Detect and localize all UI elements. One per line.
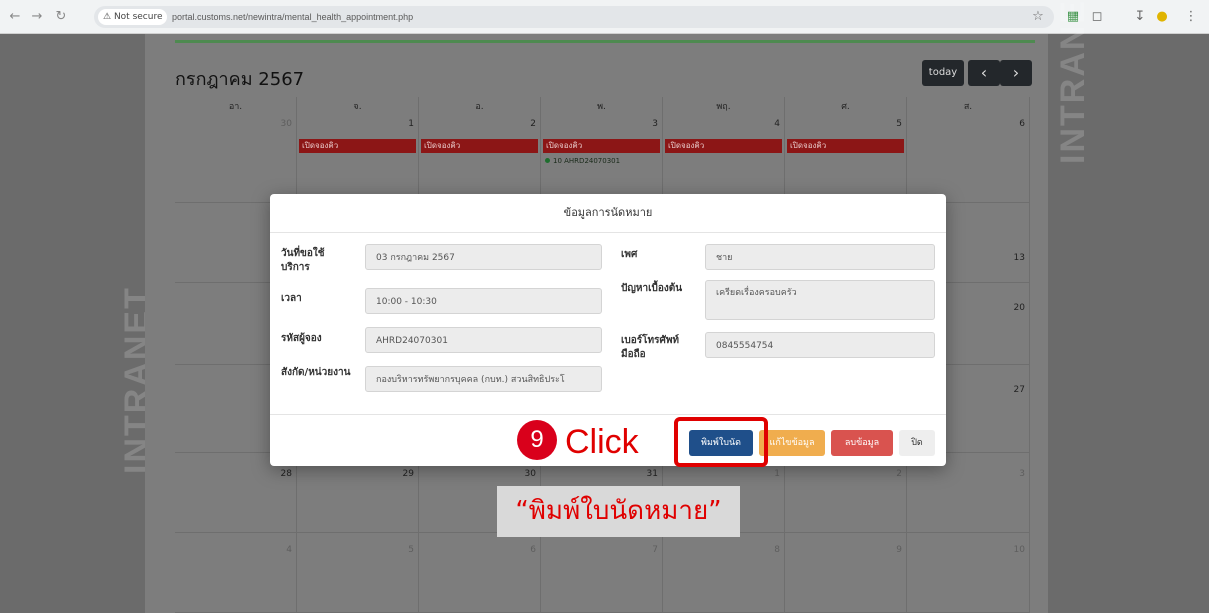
day-number: 20 [1013, 303, 1025, 313]
problem-textarea[interactable]: เครียดเรื่องครอบครัว [705, 280, 935, 320]
day-cell[interactable]: 8 [663, 533, 785, 613]
day-number: 2 [896, 469, 902, 479]
day-number: 9 [896, 545, 902, 555]
modal-footer-divider [270, 414, 946, 415]
weekday-header: ศ. [785, 97, 907, 117]
security-label: Not secure [113, 12, 163, 22]
click-instruction: Click [565, 423, 639, 461]
phone-field[interactable]: 0845554754 [705, 332, 935, 358]
day-cell[interactable]: 6 [907, 117, 1030, 203]
day-number: 1 [774, 469, 780, 479]
instruction-caption: “พิมพ์ใบนัดหมาย” [497, 486, 740, 537]
date-field[interactable]: 03 กรกฎาคม 2567 [365, 244, 602, 270]
forward-icon[interactable]: → [28, 8, 46, 26]
day-cell[interactable]: 5 [297, 533, 419, 613]
department-field[interactable]: กองบริหารทรัพยากรบุคคล (กบท.) สวนสิทธิปร… [365, 366, 602, 392]
day-number: 30 [280, 119, 292, 129]
url-text: portal.customs.net/newintra/mental_healt… [172, 12, 414, 22]
day-number: 30 [524, 469, 536, 479]
modal-title: ข้อมูลการนัดหมาย [270, 194, 946, 233]
left-side-panel: INTRANET [0, 34, 156, 613]
day-number: 5 [408, 545, 414, 555]
month-title: กรกฎาคม 2567 [175, 69, 305, 90]
bookmark-star-icon[interactable]: ☆ [1029, 8, 1047, 26]
day-cell[interactable]: 4 [175, 533, 297, 613]
weekday-header: พ. [541, 97, 663, 117]
close-button[interactable]: ปิด [899, 430, 935, 456]
department-label: สังกัด/หน่วยงาน [281, 367, 351, 378]
day-cell[interactable]: 5 เปิดจองคิว [785, 117, 907, 203]
day-number: 3 [1019, 469, 1025, 479]
date-label: วันที่ขอใช้บริการ [281, 248, 325, 273]
weekday-header: อ. [419, 97, 541, 117]
calendar-event[interactable]: เปิดจองคิว [421, 139, 538, 153]
highlight-box [674, 417, 768, 467]
next-month-button[interactable]: › [1000, 60, 1032, 86]
calendar-event[interactable]: เปิดจองคิว [787, 139, 904, 153]
weekday-header: ส. [907, 97, 1030, 117]
event-dot-icon [545, 158, 550, 163]
booked-appointment[interactable]: 10 AHRD24070301 [545, 157, 620, 165]
reload-icon[interactable]: ↻ [52, 8, 70, 26]
security-indicator[interactable]: ⚠ Not secure [98, 9, 168, 25]
menu-kebab-icon[interactable]: ⋮ [1182, 8, 1200, 26]
day-number: 13 [1013, 253, 1025, 263]
day-number: 2 [530, 119, 536, 129]
edit-button[interactable]: แก้ไขข้อมูล [759, 430, 825, 456]
day-number: 4 [774, 119, 780, 129]
day-number: 27 [1013, 385, 1025, 395]
booking-code-field[interactable]: AHRD24070301 [365, 327, 602, 353]
booked-appointment-label: 10 AHRD24070301 [553, 157, 621, 165]
profile-avatar-icon[interactable]: ● [1153, 8, 1171, 26]
day-number: 31 [646, 469, 658, 479]
step-number-badge: 9 [517, 420, 557, 460]
download-icon[interactable]: ↧ [1131, 8, 1149, 26]
day-number: 5 [896, 119, 902, 129]
day-cell[interactable]: 10 [907, 533, 1030, 613]
day-cell[interactable]: 30 [175, 117, 297, 203]
watermark-right: INTRANET [1054, 0, 1092, 164]
time-label: เวลา [281, 293, 302, 304]
day-number: 6 [1019, 119, 1025, 129]
calendar-event[interactable]: เปิดจองคิว [665, 139, 782, 153]
calendar-event[interactable]: เปิดจองคิว [543, 139, 660, 153]
day-cell[interactable]: 1 เปิดจองคิว [297, 117, 419, 203]
day-number: 29 [402, 469, 414, 479]
right-side-panel: INTRANET [1048, 0, 1209, 613]
phone-label: เบอร์โทรศัพท์มือถือ [621, 335, 680, 360]
booking-code-label: รหัสผู้จอง [281, 333, 322, 344]
weekday-header: พฤ. [663, 97, 785, 117]
day-number: 28 [280, 469, 292, 479]
header-accent-line [175, 40, 1035, 43]
weekday-header: อา. [175, 97, 297, 117]
time-field[interactable]: 10:00 - 10:30 [365, 288, 602, 314]
browser-toolbar: ← → ↻ ⚠ Not secure portal.customs.net/ne… [0, 0, 1209, 34]
gender-field[interactable]: ชาย [705, 244, 935, 270]
day-number: 6 [530, 545, 536, 555]
day-cell[interactable]: 6 [419, 533, 541, 613]
day-cell[interactable]: 9 [785, 533, 907, 613]
delete-button[interactable]: ลบข้อมูล [831, 430, 893, 456]
calendar-event[interactable]: เปิดจองคิว [299, 139, 416, 153]
address-bar[interactable]: ⚠ Not secure portal.customs.net/newintra… [94, 6, 1054, 28]
day-number: 3 [652, 119, 658, 129]
problem-label: ปัญหาเบื้องต้น [621, 283, 683, 294]
day-cell[interactable]: 2 เปิดจองคิว [419, 117, 541, 203]
day-number: 1 [408, 119, 414, 129]
day-number: 7 [652, 545, 658, 555]
day-cell[interactable]: 7 [541, 533, 663, 613]
day-number: 4 [286, 545, 292, 555]
gender-label: เพศ [621, 249, 638, 260]
day-cell[interactable]: 3 เปิดจองคิว 10 AHRD24070301 [541, 117, 663, 203]
today-button[interactable]: today [922, 60, 964, 86]
day-number: 8 [774, 545, 780, 555]
day-number: 10 [1013, 545, 1025, 555]
weekday-header: จ. [297, 97, 419, 117]
prev-month-button[interactable]: ‹ [968, 60, 1000, 86]
day-cell[interactable]: 4 เปิดจองคิว [663, 117, 785, 203]
back-icon[interactable]: ← [6, 8, 24, 26]
